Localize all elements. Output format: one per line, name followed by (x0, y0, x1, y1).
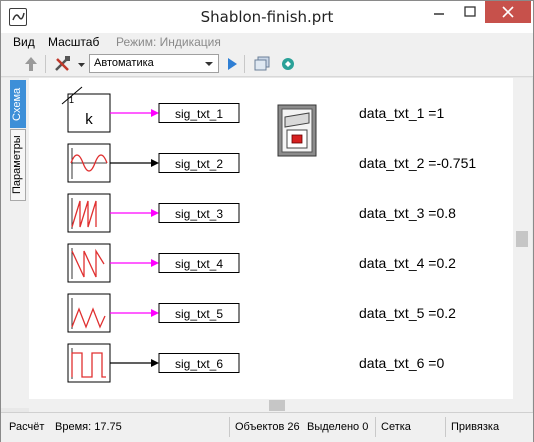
wire-arrow-icon (151, 259, 159, 267)
tab-parameters[interactable]: Параметры (10, 129, 26, 201)
close-button[interactable] (485, 1, 531, 23)
app-window: Shablon-finish.prt Вид Масштаб Режим: Ин… (0, 0, 534, 442)
signal-label-5: sig_txt_5 (175, 307, 223, 321)
constant-label: k (85, 111, 93, 128)
mode-select-value: Автоматика (94, 57, 154, 69)
menu-bar: Вид Масштаб Режим: Индикация (1, 33, 533, 51)
status-grid[interactable]: Сетка (381, 421, 411, 433)
scroll-corner (513, 399, 532, 412)
up-arrow-icon[interactable] (23, 54, 39, 74)
refresh-icon[interactable] (279, 54, 297, 74)
toolbar: Автоматика (1, 51, 533, 77)
wire-arrow-icon (151, 359, 159, 367)
mode-select[interactable]: Автоматика (89, 54, 219, 73)
play-icon[interactable] (225, 54, 239, 74)
wire-arrow-icon (151, 109, 159, 117)
status-separator (445, 417, 446, 437)
tools-dropdown-icon[interactable] (77, 54, 87, 74)
title-bar: Shablon-finish.prt (1, 1, 533, 33)
horizontal-scroll-thumb[interactable] (269, 400, 285, 411)
data-text-1: data_txt_1 =1 (359, 105, 444, 121)
data-text-2: data_txt_2 =-0.751 (359, 155, 476, 171)
status-separator (375, 417, 376, 437)
data-text-6: data_txt_6 =0 (359, 355, 444, 371)
generator-block-5 (67, 293, 111, 333)
vertical-scroll-thumb[interactable] (516, 231, 528, 247)
chevron-down-icon[interactable] (202, 56, 216, 71)
signal-label-3: sig_txt_3 (175, 207, 223, 221)
tab-schema[interactable]: Схема (10, 80, 26, 128)
windows-icon[interactable] (253, 54, 271, 74)
constant-index: 1 (69, 95, 74, 105)
status-time: Время: 17.75 (55, 421, 122, 433)
toolbar-separator (244, 55, 245, 73)
maximize-button[interactable] (456, 1, 484, 23)
menu-view[interactable]: Вид (13, 35, 35, 49)
schema-diagram: k 1 sig_txt_1 data_txt_1 =1 sig_txt_2 data_tx… (61, 86, 476, 383)
status-separator (229, 417, 230, 437)
signal-label-1: sig_txt_1 (175, 107, 223, 121)
wire-arrow-icon (151, 309, 159, 317)
vertical-scrollbar[interactable] (513, 78, 532, 399)
data-text-5: data_txt_5 =0.2 (359, 305, 456, 321)
wire-arrow-icon (151, 159, 159, 167)
menu-mode: Режим: Индикация (116, 35, 221, 49)
tools-icon[interactable] (53, 54, 75, 74)
status-objects: Объектов 26 (235, 421, 300, 433)
data-text-3: data_txt_3 =0.8 (359, 205, 456, 221)
generator-block-3 (67, 193, 111, 233)
status-mode: Расчёт (9, 421, 45, 433)
horizontal-scrollbar[interactable] (29, 399, 513, 412)
status-selected: Выделено 0 (307, 421, 369, 433)
status-bar: Расчёт Время: 17.75 Объектов 26 Выделено… (1, 412, 533, 442)
data-text-4: data_txt_4 =0.2 (359, 255, 456, 271)
signal-label-6: sig_txt_6 (175, 357, 223, 371)
status-snap[interactable]: Привязка (451, 421, 499, 433)
wire-arrow-icon (151, 209, 159, 217)
side-tabs: Схема Параметры (1, 78, 29, 408)
schema-canvas[interactable]: k 1 sig_txt_1 data_txt_1 =1 sig_txt_2 data_tx… (29, 78, 513, 399)
toolbar-separator (45, 55, 46, 73)
switch-led-icon (291, 134, 303, 144)
generator-block-6 (67, 343, 111, 383)
menu-scale[interactable]: Масштаб (48, 35, 99, 49)
signal-label-2: sig_txt_2 (175, 157, 223, 171)
signal-label-4: sig_txt_4 (175, 257, 223, 271)
minimize-button[interactable] (425, 1, 453, 23)
window-title: Shablon-finish.prt (200, 8, 334, 26)
